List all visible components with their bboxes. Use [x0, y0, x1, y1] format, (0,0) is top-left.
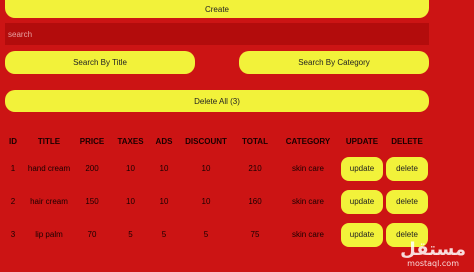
cell-ads: 10 [159, 197, 169, 206]
cell-taxes: 10 [126, 164, 135, 173]
cell-category: skin care [291, 197, 324, 206]
cell-update: update [339, 218, 385, 251]
search-by-title-button[interactable]: Search By Title [5, 51, 195, 74]
create-button[interactable]: Create [5, 0, 429, 18]
table-header-row: ID TITLE PRICE TAXES ADS DISCOUNT TOTAL … [0, 130, 429, 152]
cell-title: hand cream [27, 164, 71, 173]
mostaql-watermark: مستقل mostaql.com [400, 239, 466, 269]
watermark-latin: mostaql.com [407, 259, 459, 268]
delete-button[interactable]: delete [386, 156, 428, 181]
cell-delete: delete [385, 185, 429, 218]
cell-id: 1 [10, 164, 16, 173]
cell-update: update [339, 185, 385, 218]
table-row: 3 lip palm 70 5 5 5 75 skin care update … [0, 218, 429, 251]
cell-title: hair cream [30, 197, 68, 206]
update-button[interactable]: update [341, 156, 383, 181]
products-table: ID TITLE PRICE TAXES ADS DISCOUNT TOTAL … [0, 130, 429, 251]
header-total: TOTAL [242, 136, 268, 146]
header-price: PRICE [79, 136, 105, 146]
cell-discount: 10 [201, 197, 211, 206]
cell-total: 75 [250, 230, 260, 239]
cell-ads: 5 [161, 230, 167, 239]
crud-page: Create Search By Title Search By Categor… [0, 0, 474, 272]
cell-discount: 10 [201, 164, 211, 173]
delete-button[interactable]: delete [386, 189, 428, 214]
header-update: UPDATE [345, 136, 379, 146]
search-by-category-button[interactable]: Search By Category [239, 51, 429, 74]
cell-price: 200 [85, 164, 99, 173]
header-delete: DELETE [391, 136, 423, 146]
cell-id: 3 [10, 230, 16, 239]
cell-ads: 10 [159, 164, 169, 173]
cell-category: skin care [291, 164, 324, 173]
cell-price: 150 [85, 197, 99, 206]
table-row: 1 hand cream 200 10 10 10 210 skin care … [0, 152, 429, 185]
header-ads: ADS [155, 136, 173, 146]
cell-update: update [339, 152, 385, 185]
cell-id: 2 [10, 197, 16, 206]
cell-delete: delete [385, 152, 429, 185]
search-input[interactable] [5, 23, 429, 45]
cell-price: 70 [87, 230, 97, 239]
cell-total: 160 [248, 197, 262, 206]
watermark-arabic: مستقل [400, 239, 466, 260]
update-button[interactable]: update [341, 189, 383, 214]
header-discount: DISCOUNT [185, 136, 227, 146]
header-id: ID [9, 136, 17, 146]
table-row: 2 hair cream 150 10 10 10 160 skin care … [0, 185, 429, 218]
cell-title: lip palm [35, 230, 63, 239]
cell-category: skin care [291, 230, 324, 239]
update-button[interactable]: update [341, 222, 383, 247]
cell-discount: 5 [203, 230, 209, 239]
delete-all-button[interactable]: Delete All (3) [5, 90, 429, 112]
cell-taxes: 5 [128, 230, 133, 239]
header-title: TITLE [37, 136, 61, 146]
header-category: CATEGORY [285, 136, 331, 146]
cell-taxes: 10 [126, 197, 135, 206]
cell-total: 210 [248, 164, 262, 173]
header-taxes: TAXES [117, 136, 144, 146]
